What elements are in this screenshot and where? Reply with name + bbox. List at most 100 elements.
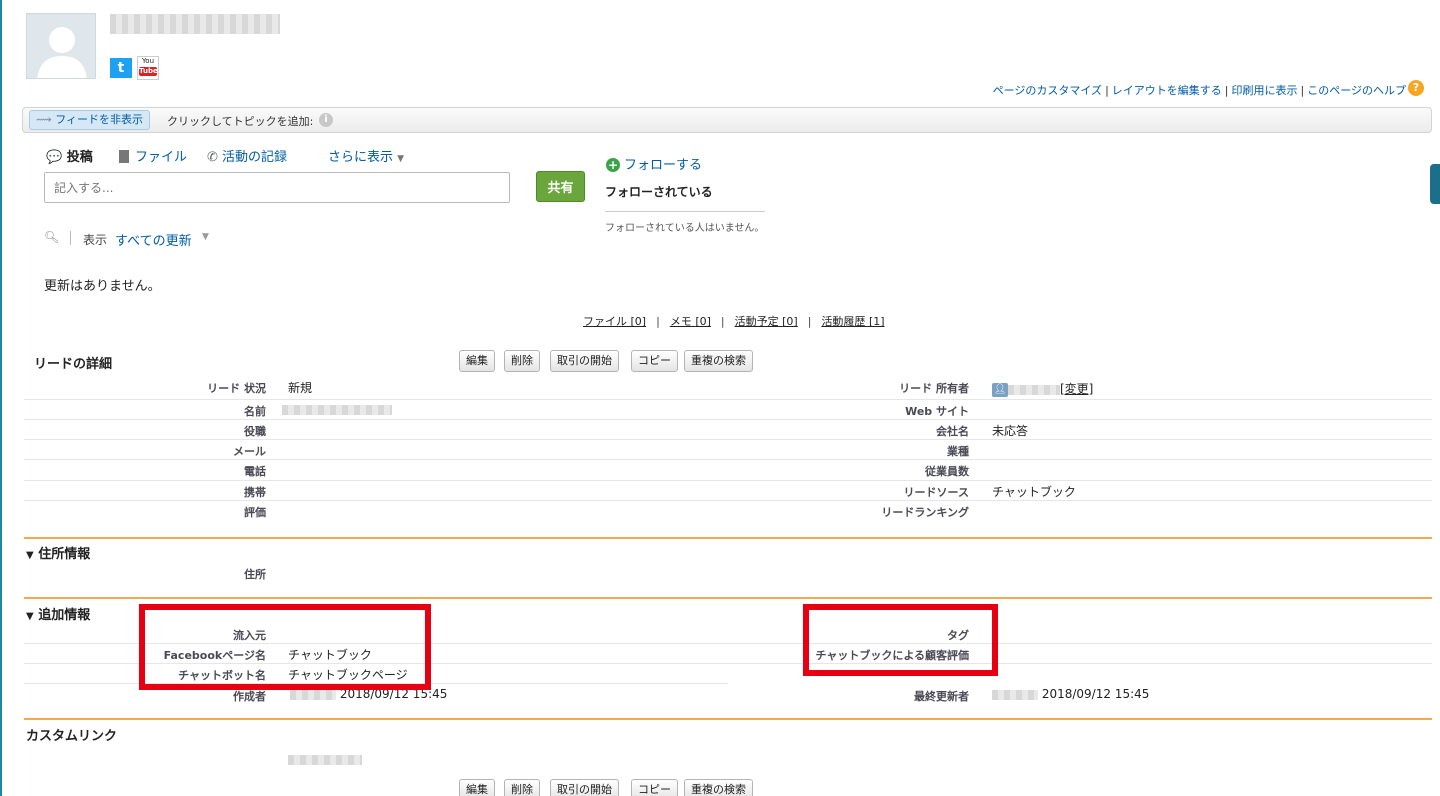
row-divider bbox=[24, 399, 1432, 400]
related-link-open-activities[interactable]: 活動予定 [0] bbox=[735, 315, 798, 328]
field-value-lead-source: チャットブック bbox=[992, 485, 1076, 499]
followers-title: フォローされている bbox=[605, 185, 713, 199]
field-label: メール bbox=[233, 445, 266, 458]
highlight-box-right bbox=[803, 604, 998, 676]
user-icon: 👤︎ bbox=[992, 382, 1008, 397]
chevron-down-icon[interactable]: ▼ bbox=[202, 232, 209, 242]
row-divider bbox=[24, 500, 1432, 501]
related-list-links: ファイル [0] | メモ [0] | 活動予定 [0] | 活動履歴 [1] bbox=[583, 315, 885, 328]
row-divider bbox=[24, 480, 1432, 481]
field-value-company: 未応答 bbox=[992, 424, 1029, 438]
tab-file[interactable]: ファイル bbox=[119, 146, 187, 165]
row-divider bbox=[24, 439, 1432, 440]
divider bbox=[605, 211, 765, 212]
tab-post[interactable]: 💬 投稿 bbox=[46, 146, 93, 165]
info-icon[interactable]: i bbox=[319, 113, 333, 127]
field-label: 従業員数 bbox=[925, 465, 969, 478]
change-owner-link[interactable]: [変更] bbox=[1060, 382, 1093, 396]
search-icon[interactable]: 🔍︎ bbox=[44, 230, 59, 244]
convert-button[interactable]: 取引の開始 bbox=[550, 350, 619, 372]
custom-links-title: カスタムリンク bbox=[26, 729, 118, 744]
related-link-notes[interactable]: メモ [0] bbox=[670, 315, 711, 328]
filter-label: 表示 bbox=[83, 233, 108, 247]
field-label: リードランキング bbox=[881, 506, 969, 519]
field-label: リード 所有者 bbox=[899, 382, 969, 395]
edit-button[interactable]: 編集 bbox=[459, 350, 495, 372]
person-silhouette-icon bbox=[37, 27, 87, 78]
field-label: 評価 bbox=[244, 506, 266, 519]
section-divider bbox=[24, 718, 1432, 720]
field-label: 携帯 bbox=[244, 486, 266, 499]
field-label: 電話 bbox=[244, 465, 266, 478]
profile-avatar bbox=[26, 13, 96, 79]
divider bbox=[70, 231, 71, 245]
find-duplicates-button[interactable]: 重複の検索 bbox=[684, 350, 753, 372]
edit-layout-link[interactable]: レイアウトを編集する bbox=[1112, 84, 1222, 97]
hide-feed-button[interactable]: ⟿ フィードを非表示 bbox=[29, 110, 151, 130]
share-button[interactable]: 共有 bbox=[536, 171, 585, 202]
clone-button-bottom[interactable]: コピー bbox=[631, 779, 678, 796]
field-label: 会社名 bbox=[936, 425, 969, 438]
clone-button[interactable]: コピー bbox=[631, 350, 678, 372]
record-name-redacted bbox=[110, 14, 280, 34]
post-input[interactable] bbox=[44, 172, 510, 203]
field-label: リード 状況 bbox=[207, 382, 266, 395]
field-value-lead-status: 新規 bbox=[288, 381, 313, 395]
related-link-activity-history[interactable]: 活動履歴 [1] bbox=[821, 315, 884, 328]
section-divider bbox=[24, 537, 1432, 539]
sidebar-toggle-handle[interactable] bbox=[1430, 164, 1440, 204]
convert-button-bottom[interactable]: 取引の開始 bbox=[550, 779, 619, 796]
custom-link-redacted[interactable] bbox=[288, 755, 362, 765]
creator-name-redacted bbox=[290, 689, 336, 700]
owner-name-redacted bbox=[1008, 384, 1060, 395]
phone-icon: ✆ bbox=[207, 150, 218, 165]
feed-filter-dropdown[interactable]: すべての更新 bbox=[115, 230, 192, 249]
follow-button[interactable]: + フォローする bbox=[606, 154, 702, 173]
field-label: 住所 bbox=[244, 568, 266, 581]
no-followers-text: フォローされている人はいません。 bbox=[605, 223, 765, 234]
delete-button-bottom[interactable]: 削除 bbox=[504, 779, 540, 796]
triangle-down-icon: ▼ bbox=[26, 550, 34, 561]
find-duplicates-button-bottom[interactable]: 重複の検索 bbox=[684, 779, 753, 796]
help-icon[interactable]: ? bbox=[1408, 80, 1424, 96]
twitter-icon[interactable]: t bbox=[110, 58, 132, 78]
edit-button-bottom[interactable]: 編集 bbox=[459, 779, 495, 796]
related-link-files[interactable]: ファイル [0] bbox=[583, 315, 646, 328]
tab-more[interactable]: さらに表示 ▼ bbox=[328, 146, 404, 165]
plus-icon: + bbox=[606, 158, 620, 172]
feed-toolbar: ⟿ フィードを非表示 クリックしてトピックを追加: i bbox=[22, 107, 1432, 133]
detail-section-title: リードの詳細 bbox=[34, 357, 113, 372]
youtube-icon[interactable]: You Tube bbox=[137, 56, 159, 80]
no-updates-text: 更新はありません。 bbox=[44, 279, 161, 294]
add-topic-link[interactable]: クリックしてトピックを追加: bbox=[167, 113, 313, 129]
pulse-icon: ⟿ bbox=[36, 113, 52, 126]
field-label: 役職 bbox=[244, 425, 266, 438]
tab-log-activity[interactable]: ✆ 活動の記録 bbox=[207, 146, 287, 165]
additional-section-header[interactable]: ▼ 追加情報 bbox=[26, 604, 90, 623]
row-divider bbox=[24, 419, 1432, 420]
page-help-link[interactable]: このページのヘルプ bbox=[1307, 84, 1406, 97]
modified-by-value: 2018/09/12 15:45 bbox=[992, 687, 1149, 701]
field-label: 最終更新者 bbox=[914, 690, 969, 703]
field-label: Web サイト bbox=[905, 405, 969, 418]
file-icon bbox=[119, 150, 129, 163]
address-section-header[interactable]: ▼ 住所情報 bbox=[26, 543, 90, 562]
row-divider bbox=[24, 459, 1432, 460]
highlight-box-left bbox=[139, 604, 431, 690]
delete-button[interactable]: 削除 bbox=[504, 350, 540, 372]
name-value-redacted bbox=[282, 405, 392, 415]
field-label: 作成者 bbox=[233, 690, 266, 703]
page-top-links: ページのカスタマイズ | レイアウトを編集する | 印刷用に表示 | このページのヘルプ bbox=[992, 84, 1406, 97]
section-divider bbox=[24, 597, 1432, 599]
field-label: リードソース bbox=[903, 486, 969, 499]
field-label: 名前 bbox=[244, 405, 266, 418]
printable-view-link[interactable]: 印刷用に表示 bbox=[1232, 84, 1298, 97]
modifier-name-redacted bbox=[992, 689, 1038, 700]
field-label: 業種 bbox=[947, 445, 969, 458]
hide-feed-label: フィードを非表示 bbox=[55, 113, 144, 126]
triangle-down-icon: ▼ bbox=[26, 611, 34, 622]
customize-page-link[interactable]: ページのカスタマイズ bbox=[993, 84, 1102, 97]
chevron-down-icon: ▼ bbox=[397, 154, 405, 164]
speech-bubble-icon: 💬 bbox=[46, 150, 63, 165]
lead-owner-value: 👤︎ [変更] bbox=[992, 380, 1093, 397]
